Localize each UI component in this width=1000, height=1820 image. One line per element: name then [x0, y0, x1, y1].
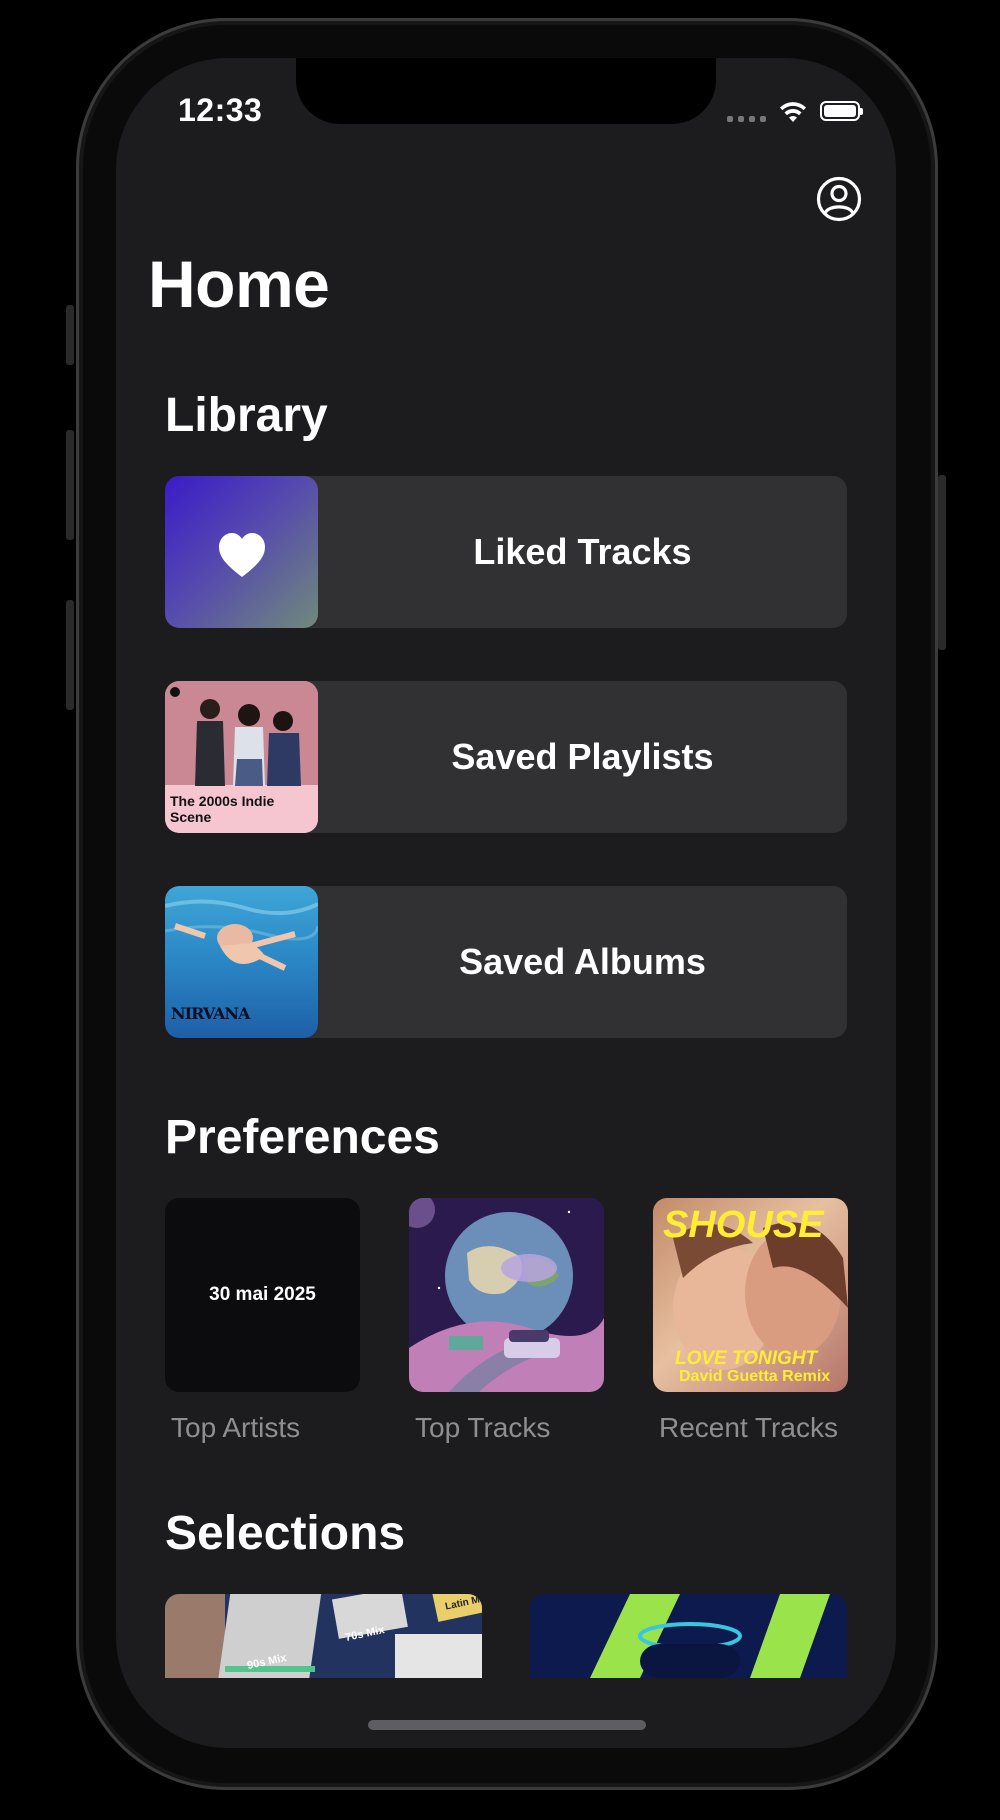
status-icons — [727, 96, 863, 126]
top-artists-cover-text: 30 mai 2025 — [209, 1284, 316, 1305]
screen: 12:33 Home Library Liked Tracks The 2000… — [116, 58, 896, 1748]
volume-up-button — [66, 430, 74, 540]
recent-tracks-label: Recent Tracks — [659, 1412, 838, 1443]
playlist-cover-text: The 2000s Indie Scene — [170, 793, 275, 825]
heart-icon — [219, 533, 265, 577]
profile-button[interactable] — [816, 176, 862, 222]
selection-card-1[interactable]: 90s Mix 70s Mix Latin M — [165, 1594, 482, 1678]
recent-tracks-cover-title: SHOUSE — [663, 1204, 824, 1246]
preferences-section-title: Preferences — [165, 1111, 440, 1164]
top-artists-label: Top Artists — [171, 1412, 301, 1443]
recent-tracks-cover-subtitle: LOVE TONIGHT — [675, 1348, 818, 1369]
top-tracks-cover — [409, 1198, 604, 1392]
volume-down-button — [66, 600, 74, 710]
saved-albums-cover: NIRVANA — [165, 886, 318, 1038]
selections-section-title: Selections — [165, 1507, 406, 1560]
recent-tracks-cover-artist: David Guetta Remix — [679, 1368, 831, 1385]
power-button — [938, 475, 946, 650]
saved-albums-row[interactable]: NIRVANA Saved Albums — [165, 886, 847, 1038]
top-artists-card[interactable]: 30 mai 2025 Top Artists — [165, 1198, 360, 1444]
top-tracks-cover-art — [409, 1198, 604, 1392]
wifi-icon — [780, 102, 806, 122]
mute-switch — [66, 305, 74, 365]
top-tracks-card[interactable]: Top Tracks — [409, 1198, 604, 1444]
notch — [296, 58, 716, 124]
saved-playlists-row[interactable]: The 2000s Indie Scene Saved Playlists — [165, 681, 847, 833]
top-tracks-label: Top Tracks — [415, 1412, 551, 1443]
top-artists-cover: 30 mai 2025 — [165, 1198, 360, 1392]
signal-icon — [727, 100, 766, 122]
selection-1-collage — [165, 1594, 482, 1678]
saved-playlists-label: Saved Playlists — [451, 736, 714, 777]
recent-tracks-cover: SHOUSE LOVE TONIGHT David Guetta Remix — [653, 1198, 848, 1392]
liked-tracks-row[interactable]: Liked Tracks — [165, 476, 847, 628]
library-section-title: Library — [165, 389, 328, 442]
home-indicator[interactable] — [368, 1720, 646, 1730]
selection-2-art — [530, 1594, 847, 1678]
recent-tracks-card[interactable]: SHOUSE LOVE TONIGHT David Guetta Remix R… — [653, 1198, 848, 1444]
page-title: Home — [148, 247, 330, 321]
liked-tracks-cover — [165, 476, 318, 628]
album-cover-text: NIRVANA — [171, 1004, 250, 1023]
liked-tracks-label: Liked Tracks — [473, 531, 692, 572]
battery-icon — [820, 101, 863, 121]
status-time: 12:33 — [178, 92, 263, 128]
selection-card-2[interactable] — [530, 1594, 847, 1678]
saved-playlists-cover: The 2000s Indie Scene — [165, 681, 318, 833]
saved-albums-label: Saved Albums — [459, 941, 706, 982]
